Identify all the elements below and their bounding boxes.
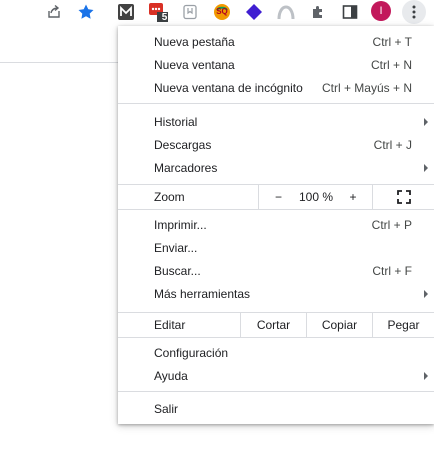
- submenu-arrow-icon: [424, 372, 428, 380]
- zoom-plus-glyph: +: [349, 190, 357, 204]
- menu-item-incognito[interactable]: Nueva ventana de incógnito Ctrl + Mayús …: [118, 77, 434, 99]
- fullscreen-icon: [396, 190, 411, 204]
- edit-row: Editar Cortar Copiar Pegar: [118, 312, 434, 338]
- sidepanel-icon[interactable]: [340, 2, 360, 22]
- submenu-arrow-icon: [424, 290, 428, 298]
- kebab-menu-icon[interactable]: [402, 0, 426, 24]
- zoom-out-button[interactable]: −: [258, 185, 298, 209]
- menu-item-help[interactable]: Ayuda: [118, 365, 434, 387]
- cut-label: Cortar: [256, 318, 291, 332]
- m-extension-icon[interactable]: [116, 2, 136, 22]
- menu-item-label: Marcadores: [154, 161, 218, 175]
- menu-item-new-tab[interactable]: Nueva pestaña Ctrl + T: [118, 31, 434, 53]
- menu-item-new-window[interactable]: Nueva ventana Ctrl + N: [118, 54, 434, 76]
- menu-item-label: Descargas: [154, 138, 212, 152]
- page-divider: [0, 62, 118, 63]
- menu-item-shortcut: Ctrl + F: [372, 264, 412, 278]
- menu-item-label: Salir: [154, 402, 179, 416]
- chrome-main-menu: Nueva pestaña Ctrl + T Nueva ventana Ctr…: [118, 26, 434, 424]
- browser-toolbar: 5 SQ I: [0, 0, 434, 24]
- menu-separator: [118, 103, 434, 104]
- avatar-letter: I: [379, 5, 383, 17]
- menu-item-more-tools[interactable]: Más herramientas: [118, 283, 434, 305]
- diamond-extension-icon[interactable]: [244, 2, 264, 22]
- sq-label: SQ: [216, 7, 228, 16]
- menu-item-label: Historial: [154, 115, 198, 129]
- copy-label: Copiar: [321, 318, 358, 332]
- menu-item-label: Configuración: [154, 346, 229, 360]
- paste-label: Pegar: [387, 318, 420, 332]
- menu-item-label: Nueva ventana: [154, 58, 235, 72]
- menu-item-bookmarks[interactable]: Marcadores: [118, 157, 434, 179]
- share-icon[interactable]: [44, 2, 64, 22]
- copy-button[interactable]: Copiar: [306, 313, 372, 337]
- zoom-label: Zoom: [154, 190, 185, 204]
- menu-item-shortcut: Ctrl + T: [372, 35, 412, 49]
- zoom-row: Zoom − 100 % +: [118, 184, 434, 210]
- fullscreen-button[interactable]: [372, 185, 434, 209]
- badge-count: 5: [161, 12, 168, 23]
- menu-item-shortcut: Ctrl + P: [371, 218, 412, 232]
- menu-separator: [118, 391, 434, 392]
- menu-item-settings[interactable]: Configuración: [118, 342, 434, 364]
- menu-item-label: Enviar...: [154, 241, 198, 255]
- menu-item-find[interactable]: Buscar... Ctrl + F: [118, 260, 434, 282]
- edit-label: Editar: [154, 318, 186, 332]
- menu-item-print[interactable]: Imprimir... Ctrl + P: [118, 214, 434, 236]
- arc-extension-icon[interactable]: [276, 2, 296, 22]
- menu-item-history[interactable]: Historial: [118, 111, 434, 133]
- menu-item-exit[interactable]: Salir: [118, 398, 434, 420]
- submenu-arrow-icon: [424, 118, 428, 126]
- bookmark-extension-icon[interactable]: [180, 2, 200, 22]
- menu-item-shortcut: Ctrl + N: [370, 58, 412, 72]
- menu-item-label: Imprimir...: [154, 218, 207, 232]
- zoom-minus-glyph: −: [274, 190, 282, 204]
- menu-item-shortcut: Ctrl + J: [373, 138, 412, 152]
- menu-item-label: Buscar...: [154, 264, 201, 278]
- cut-button[interactable]: Cortar: [240, 313, 306, 337]
- zoom-in-button[interactable]: +: [334, 185, 372, 209]
- submenu-arrow-icon: [424, 164, 428, 172]
- profile-avatar[interactable]: I: [371, 1, 391, 21]
- zoom-value: 100 %: [298, 185, 334, 209]
- puzzle-icon[interactable]: [308, 2, 328, 22]
- menu-item-label: Nueva pestaña: [154, 35, 235, 49]
- zoom-value-text: 100 %: [298, 190, 334, 204]
- star-icon[interactable]: [76, 2, 96, 22]
- menu-item-shortcut: Ctrl + Mayús + N: [321, 81, 412, 95]
- menu-item-label: Ayuda: [154, 369, 188, 383]
- menu-item-cast[interactable]: Enviar...: [118, 237, 434, 259]
- menu-item-label: Nueva ventana de incógnito: [154, 81, 303, 95]
- paste-button[interactable]: Pegar: [372, 313, 434, 337]
- menu-item-downloads[interactable]: Descargas Ctrl + J: [118, 134, 434, 156]
- menu-item-label: Más herramientas: [154, 287, 251, 301]
